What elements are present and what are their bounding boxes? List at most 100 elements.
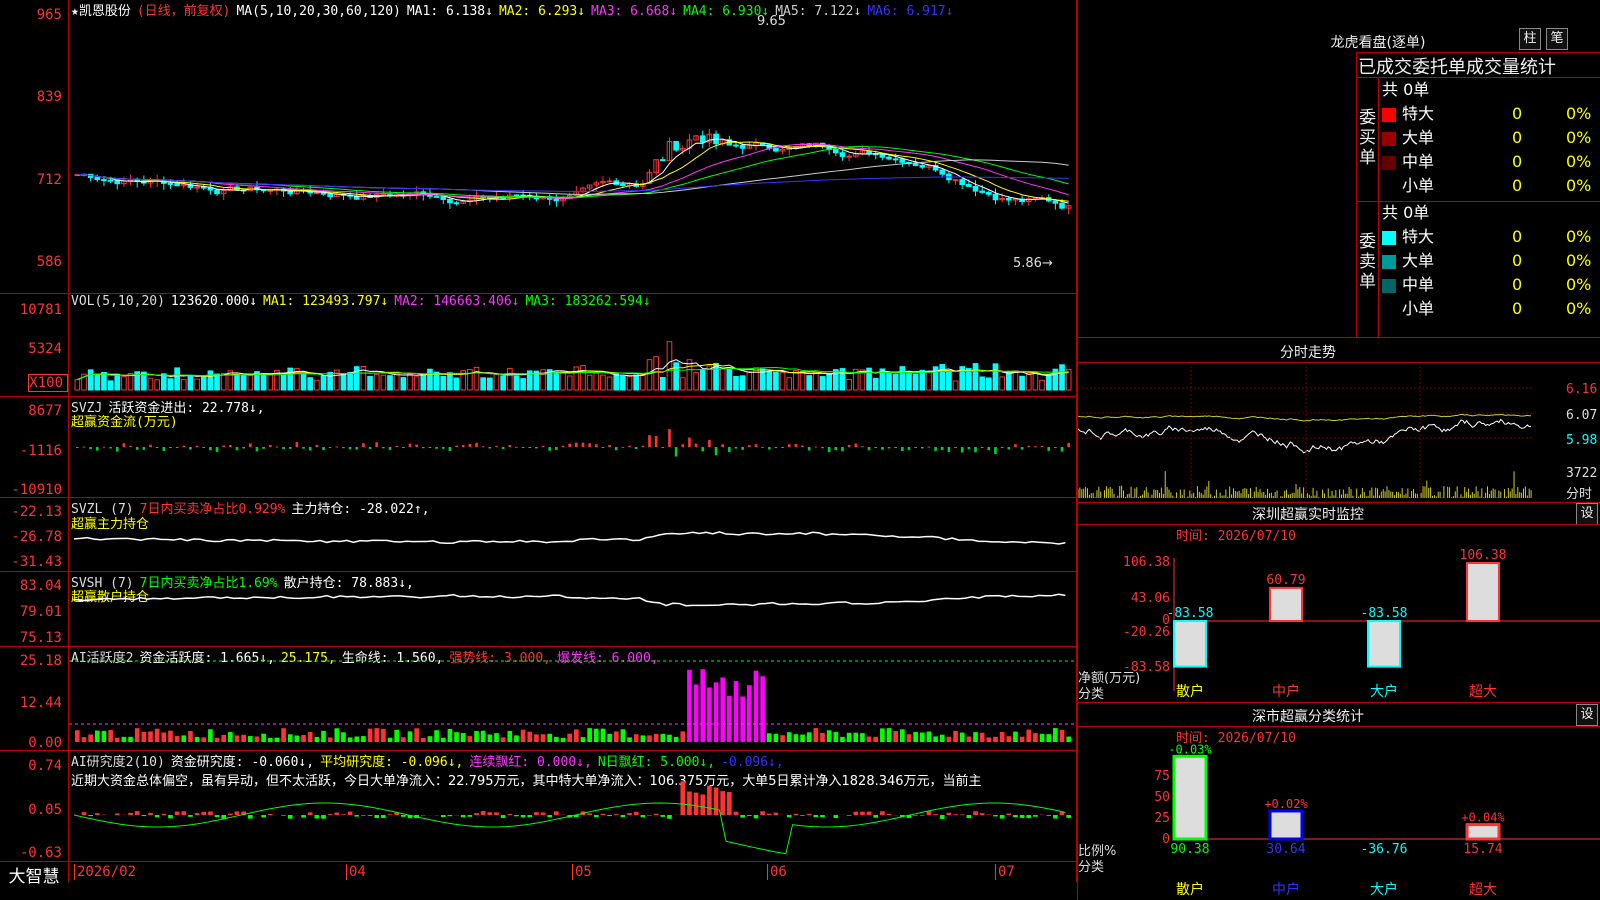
bar-value-label: 60.79	[1266, 573, 1305, 588]
activity-bar	[454, 732, 459, 742]
volume-bar	[620, 375, 626, 391]
fund-flow-bar	[861, 446, 864, 448]
volume-bar	[952, 380, 959, 391]
row-count: 0	[1512, 152, 1523, 171]
volume-bar	[779, 372, 786, 391]
candle-body	[773, 147, 779, 152]
activity-bar	[746, 685, 752, 742]
volume-bar	[733, 375, 739, 391]
volume-bar	[307, 377, 314, 391]
activity-bar	[201, 737, 207, 742]
research-bar	[494, 812, 499, 815]
intraday-panel[interactable]: 分时走势 6.16 6.07 5.98 3722 分时	[1078, 338, 1600, 503]
fund-flow-bar	[388, 447, 392, 450]
volume-bar	[613, 373, 620, 391]
activity-bar	[327, 737, 333, 742]
volume-bar	[753, 367, 759, 391]
fund-flow-bar	[275, 446, 279, 448]
volume-bar	[566, 375, 573, 391]
color-swatch	[1382, 254, 1396, 269]
candle-body	[200, 186, 207, 189]
fund-flow-bar	[115, 447, 119, 452]
fund-flow-bar	[1000, 447, 1004, 448]
research-bar	[261, 815, 266, 818]
candle-body	[380, 193, 387, 196]
main-chart-area[interactable]: ★凯恩股份 (日线，前复权) MA(5,10,20,30,60,120) MA1: 6…	[0, 0, 1077, 887]
color-swatch	[1382, 107, 1396, 122]
volume-bar	[1039, 379, 1045, 391]
volume-bar	[1012, 370, 1019, 391]
candle-body	[1052, 200, 1059, 204]
category-label: 大户	[1370, 683, 1398, 700]
candle-body	[673, 141, 679, 151]
candle-body	[959, 179, 966, 186]
research-bar	[1053, 815, 1058, 819]
candle-body	[892, 158, 899, 161]
activity-bar	[407, 731, 413, 742]
fund-flow-bar	[248, 443, 252, 447]
research-bar	[381, 815, 386, 818]
volume-bar	[94, 373, 101, 391]
volume-bar	[819, 376, 826, 391]
volume-bar	[347, 372, 353, 391]
volume-bar	[420, 373, 427, 391]
chart-canvas[interactable]	[0, 0, 1077, 882]
activity-bar	[660, 733, 666, 742]
category-label: 散户	[1176, 683, 1204, 700]
activity-bar	[860, 733, 865, 742]
fund-flow-bar	[189, 447, 192, 450]
fund-flow-bar	[714, 447, 718, 456]
bar-mode-button[interactable]: 柱	[1519, 28, 1541, 50]
volume-bar	[506, 368, 513, 391]
volume-bar	[440, 376, 447, 391]
activity-bar	[760, 676, 765, 742]
candle-body	[739, 144, 746, 149]
activity-bar	[480, 730, 486, 742]
candle-body	[620, 183, 626, 187]
fund-flow-bar	[801, 445, 804, 447]
activity-bar	[574, 729, 579, 742]
fund-flow-bar	[960, 447, 964, 453]
activity-bar	[134, 728, 140, 742]
fund-flow-bar	[641, 445, 645, 447]
bar-value-label: 106.38	[1460, 548, 1507, 563]
activity-bar	[401, 737, 406, 742]
volume-bar	[247, 374, 254, 391]
fund-flow-bar	[575, 442, 578, 447]
research-bar	[707, 785, 712, 815]
row-count: 0	[1512, 227, 1523, 246]
volume-bar	[673, 362, 679, 391]
net-amount-bar	[1269, 586, 1303, 622]
fund-flow-bar	[894, 447, 898, 448]
activity-bar	[913, 732, 918, 742]
activity-bar	[1053, 728, 1058, 742]
buy-side-label: 委买单	[1359, 108, 1376, 168]
fund-flow-bar	[488, 447, 492, 449]
row-pct: 0%	[1566, 227, 1592, 246]
activity-bar	[81, 737, 87, 742]
volume-bar	[107, 380, 114, 391]
candle-body	[513, 194, 520, 197]
activity-bar	[700, 669, 706, 742]
research-bar	[440, 815, 446, 818]
row-count: 0	[1512, 128, 1523, 147]
row-pct: 0%	[1566, 275, 1592, 294]
fund-flow-bar	[694, 443, 698, 447]
research-bar	[613, 814, 619, 815]
fund-flow-bar	[122, 443, 126, 447]
research-bar	[593, 815, 599, 818]
fund-flow-bar	[421, 447, 425, 449]
research-bar	[287, 815, 293, 819]
candle-body	[167, 182, 174, 185]
volume-bar	[493, 374, 500, 391]
fund-flow-bar	[169, 447, 172, 448]
fund-flow-bar	[721, 444, 725, 447]
research-bar	[919, 815, 925, 816]
volume-bar	[986, 377, 992, 391]
candle-body	[1005, 198, 1012, 201]
candle-body	[986, 191, 992, 195]
buy-row: 小单 0 0%	[1382, 174, 1600, 198]
research-bar	[727, 791, 732, 815]
tick-mode-button[interactable]: 笔	[1546, 28, 1568, 50]
activity-bar	[487, 734, 493, 742]
